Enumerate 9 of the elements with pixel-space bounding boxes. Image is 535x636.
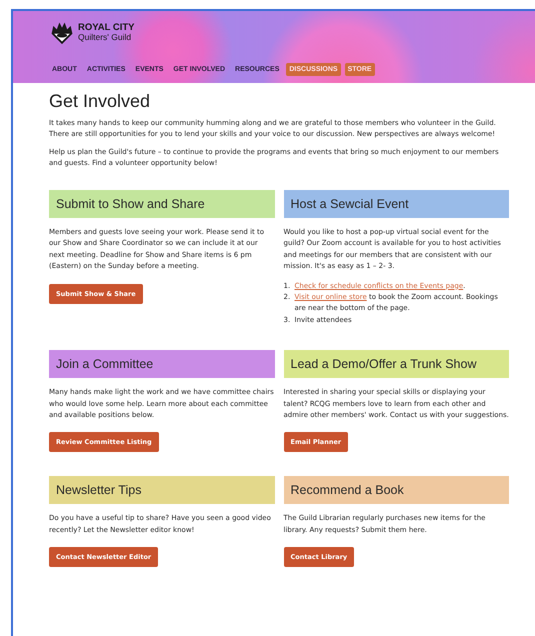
card-heading: Host a Sewcial Event (284, 190, 509, 218)
site-subtitle[interactable]: Quilters' Guild (78, 32, 134, 41)
site-name[interactable]: ROYAL CITY (78, 23, 134, 32)
card-heading: Recommend a Book (284, 476, 509, 504)
page-title: Get Involved (49, 91, 152, 112)
card-heading: Join a Committee (49, 350, 274, 378)
card-heading: Submit to Show and Share (49, 190, 274, 218)
card-heading: Lead a Demo/Offer a Trunk Show (284, 350, 509, 378)
card-heading: Newsletter Tips (49, 476, 274, 504)
